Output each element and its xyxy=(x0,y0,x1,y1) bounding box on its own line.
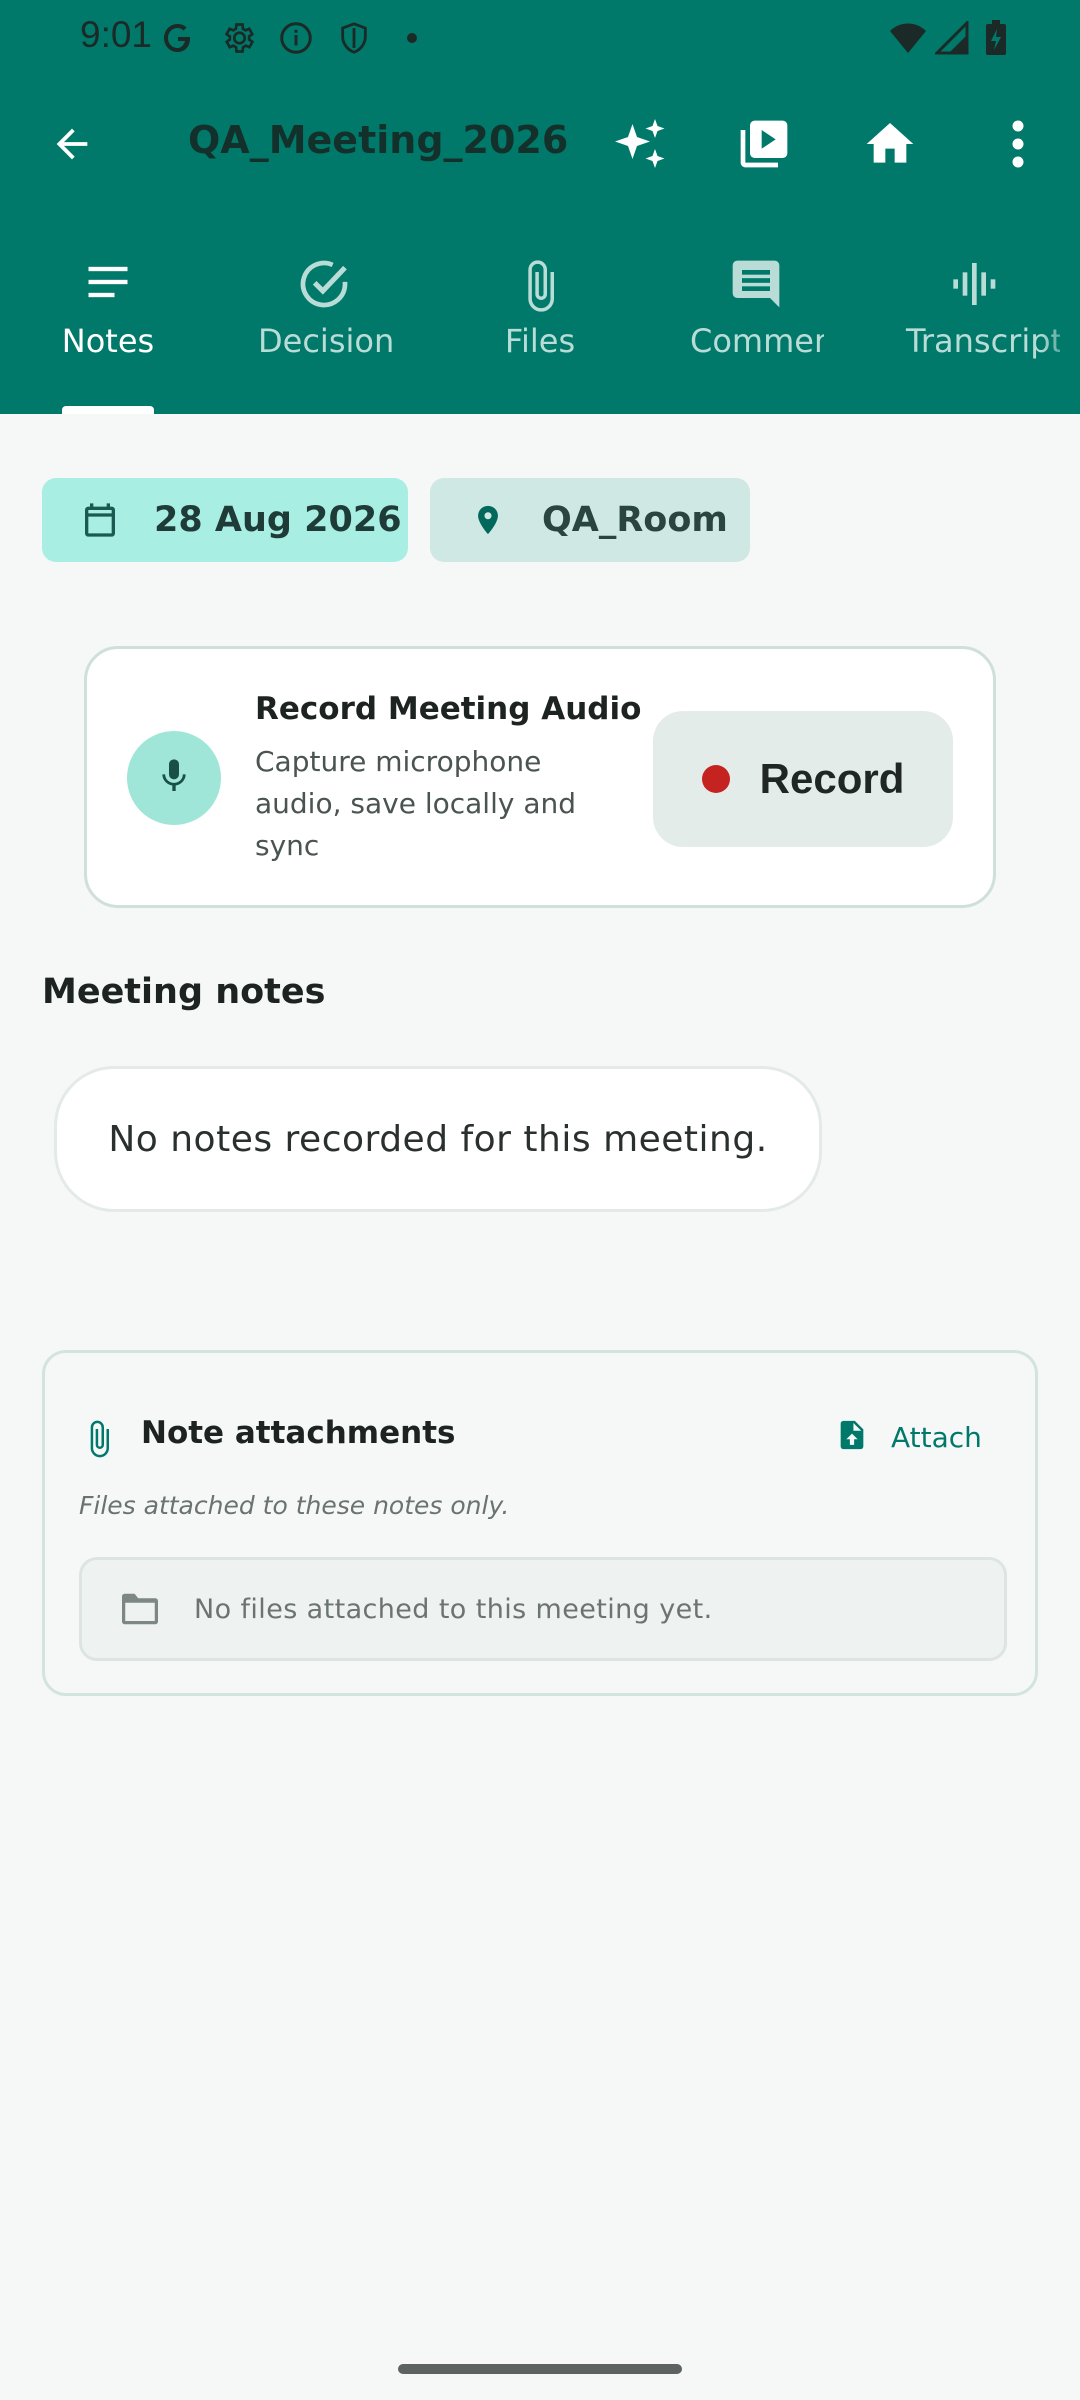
signal-icon xyxy=(932,18,972,58)
tab-comments[interactable]: Comments xyxy=(648,240,864,414)
date-chip[interactable]: 28 Aug 2026 xyxy=(42,478,408,562)
record-dot-icon xyxy=(701,765,730,793)
google-g-icon xyxy=(158,18,198,58)
location-chip[interactable]: QA_Room xyxy=(430,478,750,562)
file-upload-icon xyxy=(835,1415,869,1459)
back-arrow-icon xyxy=(49,121,95,171)
home-button[interactable] xyxy=(846,102,934,190)
tab-label: Decisions xyxy=(258,322,392,360)
record-button-label: Record xyxy=(759,755,905,802)
tab-label: Transcript xyxy=(906,322,1060,360)
check-circle-icon xyxy=(296,256,352,316)
meeting-notes-heading: Meeting notes xyxy=(42,972,326,1012)
active-tab-indicator xyxy=(62,406,154,414)
tab-fade xyxy=(826,240,864,414)
attachment-clip-icon xyxy=(79,1415,119,1463)
comment-icon xyxy=(728,256,784,316)
record-card-description: Capture microphone audio, save locally a… xyxy=(255,745,577,862)
gesture-nav-handle[interactable] xyxy=(398,2364,682,2374)
tab-fade xyxy=(1040,240,1080,414)
status-time: 9:01 xyxy=(80,14,153,55)
tab-label: Comments xyxy=(690,322,824,360)
dot-icon xyxy=(392,18,432,58)
more-options-button[interactable] xyxy=(974,102,1062,190)
date-value: 28 Aug 2026 xyxy=(154,500,402,540)
tab-label: Files xyxy=(504,322,576,360)
more-vert-icon xyxy=(1010,120,1026,172)
location-pin-icon xyxy=(468,500,508,540)
attachments-subtitle: Files attached to these notes only. xyxy=(79,1491,510,1520)
ai-summary-button[interactable] xyxy=(596,102,684,190)
audio-wave-icon xyxy=(944,256,1000,316)
tab-fade xyxy=(394,240,432,414)
tab-notes[interactable]: Notes xyxy=(0,240,216,414)
wifi-icon xyxy=(888,18,928,58)
mic-badge xyxy=(127,731,221,825)
folder-icon xyxy=(118,1591,162,1627)
page-title: QA_Meeting_2026 xyxy=(188,118,569,162)
back-button[interactable] xyxy=(28,102,116,190)
paperclip-icon xyxy=(512,256,568,316)
app-bar: 9:01 QA_Meeting_2026 Notes Decision File… xyxy=(0,0,1080,414)
settings-gear-icon xyxy=(218,18,258,58)
files-empty-state: No files attached to this meeting yet. xyxy=(79,1557,1007,1661)
notes-empty-state[interactable]: No notes recorded for this meeting. xyxy=(54,1066,822,1212)
toolbar: QA_Meeting_2026 xyxy=(0,90,1080,206)
calendar-icon xyxy=(80,500,120,540)
notes-empty-text: No notes recorded for this meeting. xyxy=(108,1118,768,1160)
tab-label: Notes xyxy=(61,322,155,360)
record-button[interactable]: Record xyxy=(653,711,953,847)
info-icon xyxy=(276,18,316,58)
record-audio-card: Record Meeting Audio Capture microphone … xyxy=(84,646,996,908)
files-empty-text: No files attached to this meeting yet. xyxy=(194,1593,713,1625)
note-attachments-card: Note attachments Attach Files attached t… xyxy=(42,1350,1038,1696)
location-value: QA_Room xyxy=(542,500,728,540)
tab-bar: Notes Decisions Files Comments xyxy=(0,240,1080,414)
record-card-title: Record Meeting Audio xyxy=(255,691,642,727)
tab-files[interactable]: Files xyxy=(432,240,648,414)
attach-button-label: Attach xyxy=(891,1420,982,1454)
battery-charging-icon xyxy=(976,18,1016,58)
home-icon xyxy=(862,116,918,176)
shield-icon xyxy=(334,18,374,58)
status-bar: 9:01 xyxy=(0,0,1080,74)
tab-decisions[interactable]: Decisions xyxy=(216,240,432,414)
attach-button[interactable]: Attach xyxy=(835,1409,982,1465)
ai-sparkle-icon xyxy=(610,114,670,178)
notes-lines-icon xyxy=(82,256,134,316)
tab-transcript[interactable]: Transcript xyxy=(864,240,1080,414)
playlist-button[interactable] xyxy=(720,102,808,190)
playlist-play-icon xyxy=(736,116,792,176)
microphone-icon xyxy=(154,753,194,803)
attachments-title: Note attachments xyxy=(141,1415,456,1451)
